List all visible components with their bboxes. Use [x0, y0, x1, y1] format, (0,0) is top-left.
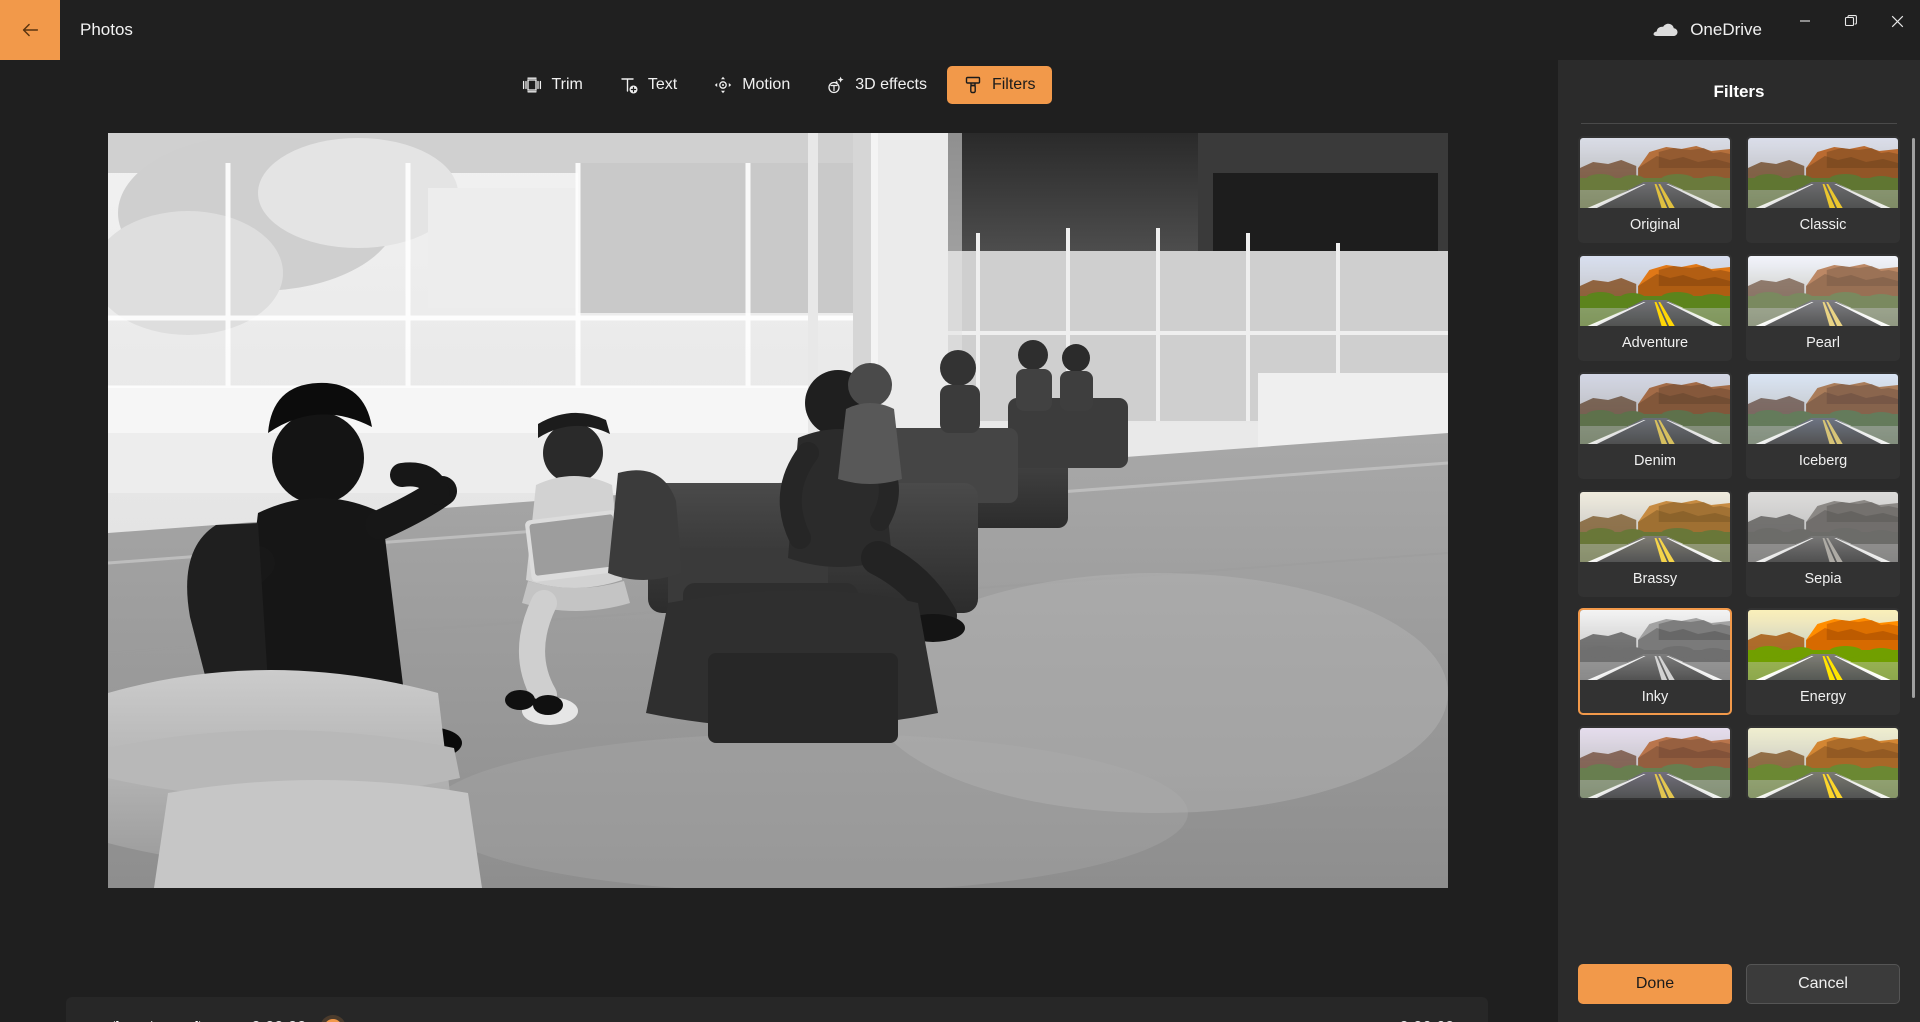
- tool-text-label: Text: [647, 76, 678, 93]
- minimize-icon: [1800, 20, 1810, 22]
- three-d-effects-icon: [826, 75, 846, 95]
- filter-thumbnail: [1580, 728, 1730, 798]
- filter-thumbnail: [1748, 374, 1898, 444]
- panel-action-bar: Done Cancel: [1558, 946, 1920, 1022]
- trim-icon: [522, 75, 542, 95]
- filter-thumbnail: [1748, 256, 1898, 326]
- filter-thumbnail: [1748, 492, 1898, 562]
- filter-thumbnail: [1748, 728, 1898, 798]
- title-bar: Photos OneDrive: [0, 0, 1920, 60]
- tool-3d-effects-label: 3D effects: [855, 76, 927, 93]
- playback-controls: 0:00.00 0:06.60: [66, 997, 1488, 1022]
- onedrive-cloud-icon: [1653, 21, 1679, 39]
- filter-label: Original: [1630, 216, 1680, 233]
- window-controls: [1782, 0, 1920, 42]
- filter-thumbnail: [1748, 610, 1898, 680]
- filter-label: Inky: [1641, 688, 1669, 705]
- filter-thumbnail: [1580, 374, 1730, 444]
- arrow-left-icon: [22, 23, 39, 37]
- filter-label: Adventure: [1621, 334, 1689, 351]
- back-button[interactable]: [0, 0, 60, 60]
- filter-card-denim[interactable]: Denim: [1578, 372, 1732, 479]
- video-frame-image: [108, 133, 1448, 888]
- filter-label: Denim: [1634, 452, 1676, 469]
- filters-scroll-area[interactable]: Original Classic Adventure Pearl Denim I…: [1558, 124, 1920, 946]
- next-frame-button[interactable]: [180, 1008, 226, 1022]
- filter-thumbnail: [1580, 610, 1730, 680]
- filter-label: Brassy: [1632, 570, 1678, 587]
- filter-label: Iceberg: [1798, 452, 1848, 469]
- filter-label: Energy: [1800, 688, 1846, 705]
- restore-button[interactable]: [1828, 0, 1874, 42]
- filter-label: Sepia: [1804, 570, 1842, 587]
- filter-label: Pearl: [1806, 334, 1840, 351]
- close-button[interactable]: [1874, 0, 1920, 42]
- text-add-icon: [619, 75, 639, 95]
- filter-card-inky[interactable]: Inky: [1578, 608, 1732, 715]
- close-icon: [1891, 15, 1903, 27]
- filter-card-unlabeled-11[interactable]: [1746, 726, 1900, 800]
- filter-card-classic[interactable]: Classic: [1746, 136, 1900, 243]
- filter-thumbnail: [1580, 138, 1730, 208]
- filters-grid: Original Classic Adventure Pearl Denim I…: [1578, 136, 1900, 800]
- titlebar-spacer: [133, 0, 1653, 60]
- editor-toolbar: Trim Text Motion 3D effects Filters: [0, 60, 1558, 110]
- tool-trim-button[interactable]: Trim: [506, 66, 598, 104]
- filters-panel: Filters Original Classic Adventure Pearl…: [1558, 60, 1920, 1022]
- preview-stage: 0:00.00 0:06.60: [0, 110, 1558, 1022]
- filter-thumbnail: [1748, 138, 1898, 208]
- filter-card-unlabeled-10[interactable]: [1578, 726, 1732, 800]
- tool-3d-effects-button[interactable]: 3D effects: [810, 66, 943, 104]
- tool-text-button[interactable]: Text: [603, 66, 693, 104]
- filter-card-iceberg[interactable]: Iceberg: [1746, 372, 1900, 479]
- app-title: Photos: [80, 20, 133, 39]
- tool-motion-button[interactable]: Motion: [697, 66, 806, 104]
- minimize-button[interactable]: [1782, 0, 1828, 42]
- tool-trim-label: Trim: [551, 76, 583, 93]
- filter-thumbnail: [1580, 492, 1730, 562]
- filters-panel-title: Filters: [1713, 82, 1765, 101]
- tool-filters-button[interactable]: Filters: [946, 66, 1052, 104]
- filter-card-original[interactable]: Original: [1578, 136, 1732, 243]
- timeline-slider[interactable]: [324, 1013, 1374, 1022]
- tool-motion-label: Motion: [742, 76, 791, 93]
- onedrive-status[interactable]: OneDrive: [1653, 20, 1782, 40]
- motion-icon: [713, 75, 733, 95]
- filter-card-brassy[interactable]: Brassy: [1578, 490, 1732, 597]
- play-button[interactable]: [134, 1008, 180, 1022]
- filters-scrollbar[interactable]: [1912, 138, 1915, 698]
- done-button[interactable]: Done: [1578, 964, 1732, 1004]
- tool-filters-label: Filters: [991, 76, 1036, 93]
- video-preview[interactable]: [108, 133, 1448, 888]
- filter-card-energy[interactable]: Energy: [1746, 608, 1900, 715]
- filter-label: Classic: [1799, 216, 1847, 233]
- onedrive-label: OneDrive: [1690, 20, 1762, 39]
- previous-frame-button[interactable]: [88, 1008, 134, 1022]
- filter-card-adventure[interactable]: Adventure: [1578, 254, 1732, 361]
- photos-video-editor-window: Photos OneDrive Trim Text Motion 3D effe…: [0, 0, 1920, 1022]
- filters-brush-icon: [963, 75, 983, 95]
- cancel-button[interactable]: Cancel: [1746, 964, 1900, 1004]
- filter-card-pearl[interactable]: Pearl: [1746, 254, 1900, 361]
- restore-icon: [1844, 15, 1857, 27]
- filter-thumbnail: [1580, 256, 1730, 326]
- filter-card-sepia[interactable]: Sepia: [1746, 490, 1900, 597]
